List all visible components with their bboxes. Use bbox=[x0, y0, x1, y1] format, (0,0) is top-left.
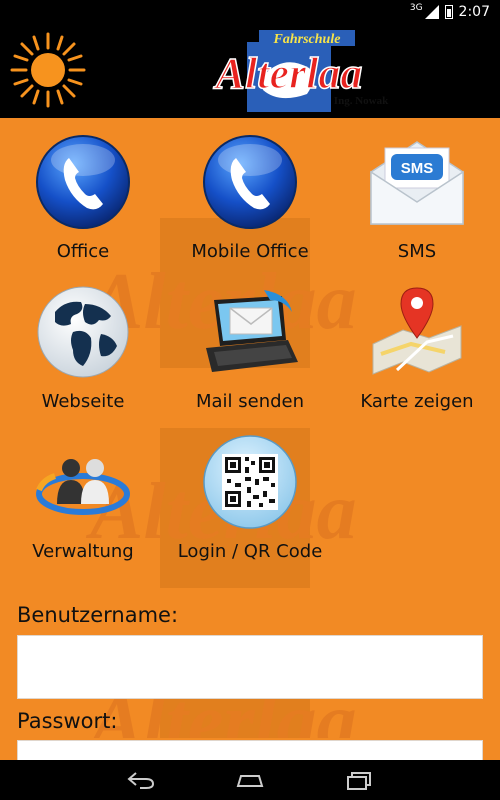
tile-verwaltung[interactable]: Verwaltung bbox=[0, 432, 166, 582]
action-grid: Office Mobile Office SMS SMS Webseite Ma… bbox=[0, 132, 500, 582]
battery-icon bbox=[444, 5, 453, 19]
tile-sms[interactable]: SMS SMS bbox=[334, 132, 500, 282]
logo-main-text: Alterlaa bbox=[213, 49, 363, 98]
sun-icon[interactable] bbox=[8, 30, 88, 110]
phone-icon bbox=[36, 135, 130, 229]
username-input[interactable] bbox=[17, 635, 483, 699]
recent-apps-icon bbox=[347, 772, 371, 790]
username-label: Benutzername: bbox=[17, 603, 179, 627]
clock: 2:07 bbox=[458, 4, 490, 20]
tile-label: Login / QR Code bbox=[177, 541, 323, 562]
system-nav-bar bbox=[0, 760, 500, 800]
back-button[interactable] bbox=[124, 768, 158, 792]
tile-login-qr[interactable]: Login / QR Code bbox=[166, 432, 334, 582]
tile-office[interactable]: Office bbox=[0, 132, 166, 282]
globe-icon bbox=[37, 286, 129, 378]
network-type: 3G bbox=[409, 3, 423, 13]
password-label: Passwort: bbox=[17, 709, 118, 733]
laptop-mail-icon bbox=[206, 290, 298, 372]
tile-webseite[interactable]: Webseite bbox=[0, 282, 166, 432]
logo-sub-text: Ing. Nowak bbox=[334, 95, 389, 107]
tile-mail-senden[interactable]: Mail senden bbox=[166, 282, 334, 432]
home-icon bbox=[236, 775, 264, 787]
password-input[interactable] bbox=[17, 740, 483, 760]
sms-envelope-icon: SMS bbox=[370, 141, 464, 225]
status-bar: 3G 2:07 bbox=[0, 0, 500, 24]
svg-text:SMS: SMS bbox=[401, 160, 434, 177]
logo-top-text: Fahrschule bbox=[273, 32, 341, 47]
map-pin-icon bbox=[372, 287, 462, 375]
users-icon bbox=[36, 459, 130, 515]
tile-label: Mobile Office bbox=[191, 241, 309, 262]
qr-code-icon bbox=[203, 435, 297, 529]
tile-label: Webseite bbox=[41, 391, 125, 412]
tile-karte-zeigen[interactable]: Karte zeigen bbox=[334, 282, 500, 432]
tile-label: Verwaltung bbox=[32, 541, 134, 562]
tile-label: SMS bbox=[397, 241, 437, 262]
phone-icon bbox=[203, 135, 297, 229]
tile-label: Karte zeigen bbox=[360, 391, 474, 412]
recent-apps-button[interactable] bbox=[342, 768, 376, 792]
app-header: Fahrschule Alterlaa Ing. Nowak bbox=[0, 24, 500, 118]
back-icon bbox=[127, 772, 155, 789]
home-button[interactable] bbox=[233, 768, 267, 792]
tile-label: Office bbox=[56, 241, 110, 262]
app-logo: Fahrschule Alterlaa Ing. Nowak bbox=[212, 30, 389, 112]
signal-icon bbox=[424, 5, 439, 19]
tile-label: Mail senden bbox=[195, 391, 305, 412]
tile-mobile-office[interactable]: Mobile Office bbox=[166, 132, 334, 282]
main-content: Alterlaa Alterlaa Alterlaa Office bbox=[0, 118, 500, 760]
